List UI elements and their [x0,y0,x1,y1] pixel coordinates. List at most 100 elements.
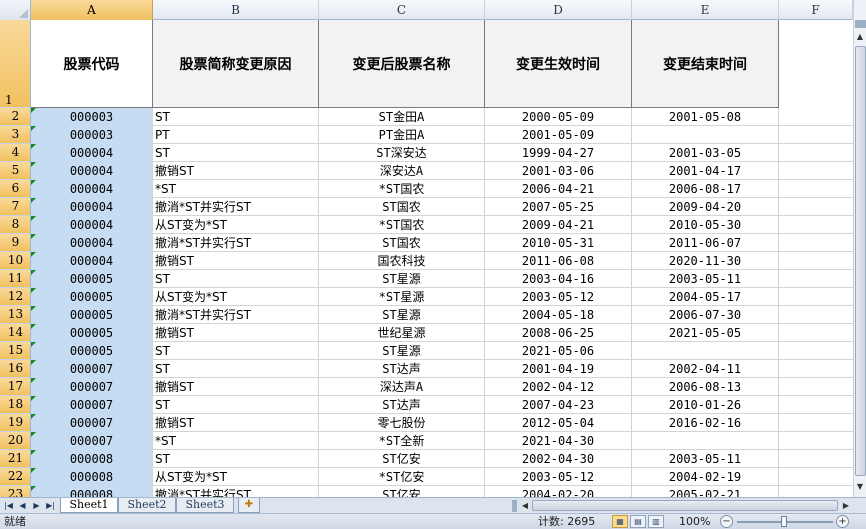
cell-stock-code[interactable]: 000008 [31,450,152,468]
cell-end-date[interactable]: 2001-04-17 [632,162,778,180]
cell-effective-date[interactable]: 2004-05-18 [485,306,631,324]
cell-empty[interactable] [779,216,852,234]
cell-new-name[interactable]: ST达声 [319,396,484,414]
column-header-a[interactable]: A [31,0,153,20]
row-header-4[interactable]: 4 [0,144,30,162]
cell-end-date[interactable]: 2010-05-30 [632,216,778,234]
cell-change-reason[interactable]: 从ST变为*ST [153,468,318,486]
cell-change-reason[interactable]: PT [153,126,318,144]
cell-end-date[interactable]: 2004-02-19 [632,468,778,486]
cell-stock-code[interactable]: 000003 [31,126,152,144]
cell-new-name[interactable]: ST达声 [319,360,484,378]
row-header-18[interactable]: 18 [0,396,30,414]
cell-change-reason[interactable]: 从ST变为*ST [153,216,318,234]
cell-end-date[interactable] [632,342,778,360]
cell-new-name[interactable]: *ST国农 [319,216,484,234]
header-cell-end-date[interactable]: 变更结束时间 [632,20,779,108]
cell-effective-date[interactable]: 2001-03-06 [485,162,631,180]
cell-stock-code[interactable]: 000004 [31,180,152,198]
vertical-scrollbar[interactable]: ▲ ▼ [853,0,866,497]
cell-new-name[interactable]: 零七股份 [319,414,484,432]
row-header-14[interactable]: 14 [0,324,30,342]
horizontal-scroll-thumb[interactable] [532,500,838,511]
row-header-23[interactable]: 23 [0,486,30,497]
cell-change-reason[interactable]: 撤消*ST并实行ST [153,198,318,216]
zoom-in-icon[interactable]: + [836,515,849,528]
scroll-right-icon[interactable]: ▶ [840,499,852,513]
last-sheet-icon[interactable]: ▶| [44,499,57,513]
cell-change-reason[interactable]: 撤销ST [153,378,318,396]
cell-empty[interactable] [779,486,852,497]
cell-effective-date[interactable]: 2003-05-12 [485,288,631,306]
cell-empty[interactable] [779,306,852,324]
cell-change-reason[interactable]: *ST [153,432,318,450]
cell-empty[interactable] [779,126,852,144]
cell-stock-code[interactable]: 000008 [31,468,152,486]
cell-end-date[interactable]: 2020-11-30 [632,252,778,270]
cell-end-date[interactable]: 2003-05-11 [632,270,778,288]
zoom-level[interactable]: 100% [679,514,710,529]
cell-new-name[interactable]: ST星源 [319,306,484,324]
cell-effective-date[interactable]: 2001-05-09 [485,126,631,144]
page-break-icon[interactable]: ▥ [648,515,664,528]
cell-effective-date[interactable]: 2007-04-23 [485,396,631,414]
cell-stock-code[interactable]: 000004 [31,162,152,180]
cell-empty[interactable] [779,360,852,378]
cell-empty[interactable] [779,252,852,270]
cell-stock-code[interactable]: 000005 [31,342,152,360]
prev-sheet-icon[interactable]: ◀ [16,499,29,513]
cell-end-date[interactable]: 2006-07-30 [632,306,778,324]
row-header-21[interactable]: 21 [0,450,30,468]
next-sheet-icon[interactable]: ▶ [30,499,43,513]
row-header-16[interactable]: 16 [0,360,30,378]
cell-empty[interactable] [779,270,852,288]
cell-empty[interactable] [779,144,852,162]
cell-empty[interactable] [779,432,852,450]
cell-change-reason[interactable]: ST [153,342,318,360]
cell-new-name[interactable]: ST星源 [319,270,484,288]
row-header-6[interactable]: 6 [0,180,30,198]
cell-new-name[interactable]: 国农科技 [319,252,484,270]
cell-new-name[interactable]: ST亿安 [319,450,484,468]
cell-change-reason[interactable]: ST [153,144,318,162]
header-cell-stock-code[interactable]: 股票代码 [31,20,153,108]
cell-effective-date[interactable]: 2003-04-16 [485,270,631,288]
cell-change-reason[interactable]: 从ST变为*ST [153,288,318,306]
cell-new-name[interactable]: ST星源 [319,342,484,360]
cell-stock-code[interactable]: 000004 [31,198,152,216]
cell-new-name[interactable]: *ST国农 [319,180,484,198]
cell-stock-code[interactable]: 000004 [31,144,152,162]
cell-effective-date[interactable]: 2002-04-12 [485,378,631,396]
cell-end-date[interactable]: 2011-06-07 [632,234,778,252]
cell-empty[interactable] [779,108,852,126]
cell-effective-date[interactable]: 2006-04-21 [485,180,631,198]
cell-new-name[interactable]: *ST亿安 [319,468,484,486]
cell-effective-date[interactable]: 2010-05-31 [485,234,631,252]
cell-effective-date[interactable]: 2004-02-20 [485,486,631,497]
cell-empty[interactable] [779,234,852,252]
cell-new-name[interactable]: *ST星源 [319,288,484,306]
cell-effective-date[interactable]: 2009-04-21 [485,216,631,234]
row-header-1[interactable]: 1 [0,20,30,108]
normal-view-icon[interactable]: ▦ [612,515,628,528]
cell-empty[interactable] [779,378,852,396]
cell-new-name[interactable]: PT金田A [319,126,484,144]
row-header-2[interactable]: 2 [0,108,30,126]
cell-empty[interactable] [779,468,852,486]
cell-empty[interactable] [779,324,852,342]
first-sheet-icon[interactable]: |◀ [2,499,15,513]
cell-new-name[interactable]: 深达声A [319,378,484,396]
page-layout-icon[interactable]: ▤ [630,515,646,528]
cell-end-date[interactable]: 2021-05-05 [632,324,778,342]
cell-new-name[interactable]: ST深安达 [319,144,484,162]
cell-end-date[interactable]: 2006-08-17 [632,180,778,198]
cell-stock-code[interactable]: 000004 [31,252,152,270]
cell-empty[interactable] [779,180,852,198]
vertical-scroll-thumb[interactable] [855,46,866,476]
new-sheet-icon[interactable]: ✚ [238,498,260,513]
row-header-11[interactable]: 11 [0,270,30,288]
cell-end-date[interactable] [632,432,778,450]
row-header-10[interactable]: 10 [0,252,30,270]
row-header-17[interactable]: 17 [0,378,30,396]
cell-effective-date[interactable]: 2008-06-25 [485,324,631,342]
